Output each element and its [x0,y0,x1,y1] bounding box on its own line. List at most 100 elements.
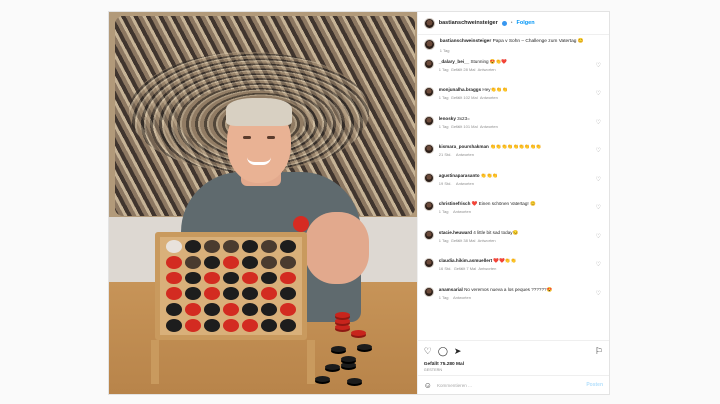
caption-username[interactable]: bastianschweinsteiger [440,39,491,44]
black-chip-slot [280,240,296,253]
reply-button[interactable]: Antworten [456,181,474,186]
avatar[interactable] [423,58,434,69]
comment-row: lenosky 3x23= 1 Tag Gefällt 101 Mal Antwo… [423,115,603,145]
comment-body: anamsarial No veremos nueva a los peques… [439,287,603,300]
comment-body: agustinaparasanto 👏👏👏 19 Std. Antworten [439,173,603,186]
avatar[interactable] [423,144,434,154]
comment-heart-icon[interactable]: ♡ [596,261,601,268]
comment-meta: 1 Tag Gefällt 102 Mal Antworten [439,95,603,100]
comment-time: 1 Tag [438,237,449,243]
comment-likes[interactable]: Gefällt 101 Mal [451,124,478,129]
reply-button[interactable]: Antworten [456,152,474,157]
comment-heart-icon[interactable]: ♡ [596,119,601,126]
comment-username[interactable]: monjunalha.braggs [439,87,481,92]
comment-body: monjunalha.braggs Hey👏👏👏 1 Tag Gefällt 10… [439,87,603,100]
comment-username[interactable]: christinefrisch [439,201,471,206]
comment-likes[interactable]: Gefällt 7 Mal [454,266,476,271]
heart-icon[interactable]: ♡ [424,347,432,356]
black-chip-slot [261,303,277,317]
reply-button[interactable]: Antworten [453,209,471,214]
comment-heart-icon[interactable]: ♡ [596,90,601,97]
comment-heart-icon[interactable]: ♡ [596,204,601,211]
reply-button[interactable]: Antworten [478,67,496,72]
empty-slot [204,240,220,253]
comment-username[interactable]: claudia.hikim.asmuellert [439,258,492,263]
header-username[interactable]: bastianschweinsteiger [439,20,498,26]
comment-time: 21 Std. [438,152,452,157]
comment-username[interactable]: agustinaparasanto [439,173,480,178]
share-icon[interactable]: ➤ [454,347,462,356]
comment-time: 19 Std. [438,180,452,186]
post-photo[interactable] [109,12,417,394]
emoji-icon[interactable]: ☺ [424,381,432,390]
post-date: Gestern [423,368,443,372]
black-chip [341,362,356,368]
comment-username[interactable]: lenosky [439,116,456,121]
comment-text: agustinaparasanto 👏👏👏 [439,173,603,179]
comment-heart-icon[interactable]: ♡ [596,233,601,240]
reply-button[interactable]: Antworten [480,95,498,100]
comment-message: 3x23= [457,115,470,121]
post-caption: bastianschweinsteiger Papa v Sohn – Chal… [423,39,603,53]
post-comment-button[interactable]: Posten [586,382,603,388]
comment-message: Hey👏👏👏 [482,87,508,92]
reply-button[interactable]: Antworten [453,295,471,300]
caption-time: 1 Tag [439,47,450,53]
empty-slot [261,255,277,269]
avatar[interactable] [423,87,434,97]
comment-meta: 1 Tag Gefällt 38 Mal Antworten [439,238,603,243]
follow-button[interactable]: Folgen [517,20,535,26]
empty-slot [280,255,296,269]
avatar[interactable] [423,39,435,50]
comment-body: kismara_pourshakman 👏👏👏👏👏👏👏👏👏 21 Std. Ant… [439,144,603,157]
comment-time: 1 Tag [438,209,449,214]
comment-username[interactable]: _dalary_bei__ [439,59,469,64]
comment-text: _dalary_bei__ Stunning 😍👏❤️ [439,59,603,65]
comment-username[interactable]: stacie.heuward [439,230,472,235]
black-chip-slot [223,271,239,285]
reply-button[interactable]: Antworten [480,124,498,129]
comment-username[interactable]: kismara_pourshakman [439,144,489,149]
black-chip-slot [261,319,277,332]
avatar[interactable] [423,286,434,297]
page-background: bastianschweinsteiger • Folgen bastiansc… [0,0,720,404]
red-chip-slot [166,271,182,285]
add-comment-bar: ☺ Posten [417,375,609,394]
comment-username[interactable]: anamsarial [439,287,463,292]
comment-text: anamsarial No veremos nueva a los peques… [439,287,603,293]
black-chip [315,376,330,382]
comment-input[interactable] [436,382,582,388]
bookmark-icon[interactable]: ⚐ [595,347,603,356]
avatar[interactable] [423,258,434,268]
reply-button[interactable]: Antworten [478,266,496,271]
comment-likes[interactable]: Gefällt 28 Mal [451,67,476,72]
comment-icon[interactable]: ◯ [438,347,448,356]
comment-text: kismara_pourshakman 👏👏👏👏👏👏👏👏👏 [439,144,603,150]
comment-heart-icon[interactable]: ♡ [596,290,601,297]
comment-heart-icon[interactable]: ♡ [596,147,601,154]
avatar[interactable] [423,17,435,29]
red-game-chip-in-hand [293,216,309,232]
comment-row: christinefrisch ❤️ Einen schönen Vaterta… [423,201,603,230]
black-chip-slot [185,271,201,285]
comment-message: ❤️ Einen schönen Vatertag! 😊 [471,201,536,206]
comment-likes[interactable]: Gefällt 38 Mal [451,238,476,243]
comment-time: 1 Tag [438,294,449,300]
comment-meta: 1 Tag Antworten [439,295,603,300]
avatar[interactable] [423,229,434,240]
comment-meta: 1 Tag Gefällt 101 Mal Antworten [439,124,603,129]
person-arm [305,212,369,284]
verified-badge-icon [501,20,507,26]
comment-heart-icon[interactable]: ♡ [596,176,601,183]
avatar[interactable] [423,172,434,183]
black-chip [331,346,346,352]
comment-heart-icon[interactable]: ♡ [596,62,601,69]
comment-row: kismara_pourshakman 👏👏👏👏👏👏👏👏👏 21 Std. Ant… [423,144,603,173]
comment-likes[interactable]: Gefällt 102 Mal [451,95,478,100]
reply-button[interactable]: Antworten [478,238,496,243]
comments-list[interactable]: bastianschweinsteiger Papa v Sohn – Chal… [418,35,609,340]
avatar[interactable] [423,201,434,211]
empty-slot [166,240,182,253]
comment-message: ❤️❤️👏👏 [493,258,517,263]
avatar[interactable] [423,115,434,126]
